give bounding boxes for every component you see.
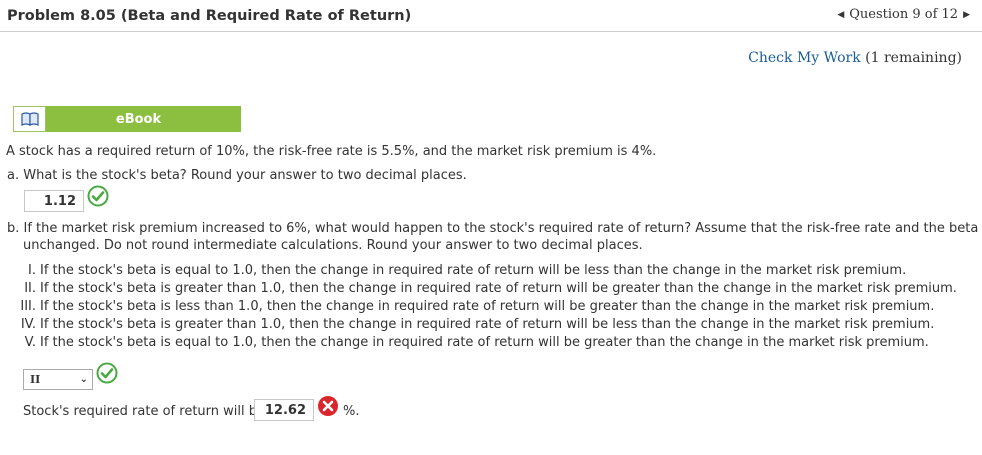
question-counter: Question 9 of 12 — [849, 7, 959, 22]
option-number: II. — [24, 281, 36, 296]
option-item: II. If the stock's beta is greater than … — [14, 280, 957, 298]
options-list: I. If the stock's beta is equal to 1.0, … — [14, 262, 957, 352]
checkmark-circle-icon — [87, 185, 109, 207]
problem-intro: A stock has a required return of 10%, th… — [6, 144, 657, 159]
beta-answer-field[interactable]: 1.12 — [24, 190, 84, 212]
part-b-question-line2: unchanged. Do not round intermediate cal… — [23, 238, 643, 253]
triangle-right-icon[interactable]: ▶ — [963, 10, 970, 20]
return-answer-field[interactable]: 12.62 — [254, 399, 314, 421]
option-item: IV. If the stock's beta is greater than … — [14, 316, 957, 334]
checkmark-circle-icon — [96, 362, 118, 384]
option-text: If the stock's beta is equal to 1.0, the… — [40, 263, 907, 278]
option-item: I. If the stock's beta is equal to 1.0, … — [14, 262, 957, 280]
option-text: If the stock's beta is equal to 1.0, the… — [40, 335, 929, 350]
book-icon — [13, 106, 46, 132]
percent-unit: %. — [343, 404, 360, 419]
option-text: If the stock's beta is greater than 1.0,… — [40, 317, 935, 332]
ebook-label: eBook — [46, 106, 241, 132]
check-my-work-link[interactable]: Check My Work — [748, 50, 861, 66]
option-number: V. — [24, 335, 36, 350]
option-item: III. If the stock's beta is less than 1.… — [14, 298, 957, 316]
question-navigation: ◀ Question 9 of 12 ▶ — [837, 7, 970, 22]
option-item: V. If the stock's beta is equal to 1.0, … — [14, 334, 957, 352]
page-title: Problem 8.05 (Beta and Required Rate of … — [7, 8, 412, 24]
option-text: If the stock's beta is less than 1.0, th… — [40, 299, 935, 314]
ebook-button[interactable]: eBook — [13, 106, 241, 132]
option-number: I. — [28, 263, 36, 278]
part-a-question: a. What is the stock's beta? Round your … — [7, 168, 467, 183]
option-number: IV. — [20, 317, 36, 332]
option-text: If the stock's beta is greater than 1.0,… — [40, 281, 957, 296]
triangle-left-icon[interactable]: ◀ — [837, 10, 844, 20]
option-select-value: II — [30, 373, 41, 386]
option-select[interactable]: II ⌄ — [23, 369, 93, 390]
problem-header: Problem 8.05 (Beta and Required Rate of … — [0, 0, 982, 32]
chevron-down-icon: ⌄ — [79, 374, 88, 385]
x-circle-icon — [318, 396, 338, 416]
return-label: Stock's required rate of return will be — [23, 404, 265, 419]
option-number: III. — [20, 299, 36, 314]
part-b-question-line1: b. If the market risk premium increased … — [7, 221, 982, 236]
check-remaining: (1 remaining) — [865, 50, 962, 66]
check-my-work: Check My Work (1 remaining) — [748, 50, 962, 66]
